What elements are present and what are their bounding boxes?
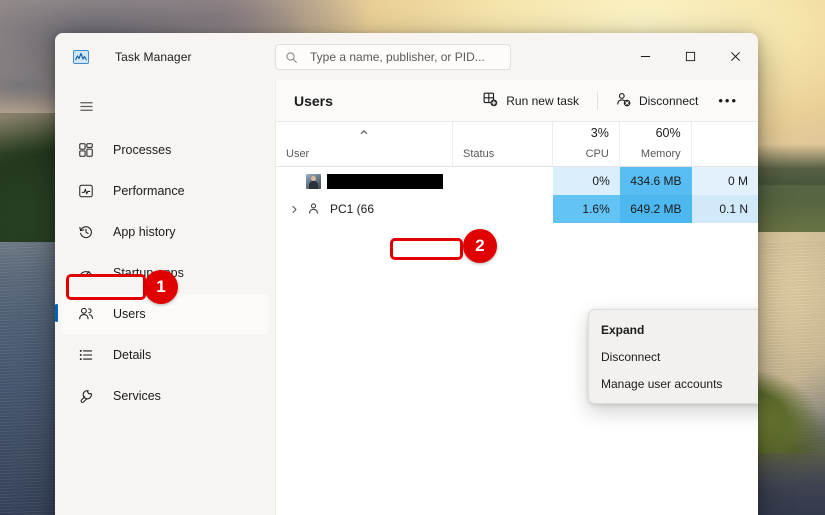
performance-icon [77,182,95,200]
sidebar-item-performance[interactable]: Performance [61,171,269,211]
disconnect-user-icon [616,92,631,110]
column-header-user[interactable]: ⌃ User [276,122,454,166]
users-icon [77,305,95,323]
column-header-memory[interactable]: 60% Memory [620,122,692,166]
more-options-icon[interactable]: ••• [708,87,748,114]
cpu-total-percent: 3% [590,126,609,140]
table-row[interactable]: PC1 (66 1.6% 649.2 MB 0.1 N [276,195,758,223]
annotation-badge-1: 1 [144,270,178,304]
disconnect-button[interactable]: Disconnect [606,87,708,115]
command-bar: Users Run new task Disconnect ••• [276,80,758,121]
cell-memory: 649.2 MB [619,195,692,223]
cell-user [276,167,453,195]
startup-apps-icon [77,264,95,282]
sidebar-item-app-history[interactable]: App history [61,212,269,252]
cell-status [453,195,553,223]
table-header-row: ⌃ User Status 3% CPU 60% Memory [276,121,758,167]
sidebar-item-label: Performance [113,184,185,198]
details-icon [77,346,95,364]
maximize-button[interactable] [668,33,713,80]
cell-user: PC1 (66 [276,195,453,223]
column-header-label: User [286,148,310,160]
sidebar-item-label: Processes [113,143,172,157]
redacted-username [327,173,443,189]
sidebar-item-details[interactable]: Details [61,335,269,375]
context-menu-item-expand[interactable]: Expand [593,316,758,343]
annotation-badge-2: 2 [463,229,497,263]
context-menu: Expand Disconnect Manage user accounts [588,309,758,404]
context-menu-item-label: Expand [601,322,645,337]
app-title: Task Manager [115,49,192,64]
sidebar-item-services[interactable]: Services [61,376,269,416]
processes-icon [77,141,95,159]
users-table: ⌃ User Status 3% CPU 60% Memory 0% 434.6… [276,121,758,515]
page-title: Users [294,92,333,109]
context-menu-item-disconnect[interactable]: Disconnect [593,343,758,370]
column-header-label: CPU [585,148,609,160]
cell-cpu: 1.6% [553,195,620,223]
sidebar-item-label: App history [113,225,176,239]
minimize-button[interactable] [623,33,668,80]
context-menu-item-manage-user-accounts[interactable]: Manage user accounts [593,370,758,397]
sidebar-item-label: Users [113,307,146,321]
column-header-label: Memory [640,148,681,160]
close-button[interactable] [713,33,758,80]
titlebar: Task Manager Type a name, publisher, or … [55,33,758,80]
column-header-disk[interactable] [692,122,758,166]
cell-disk: 0.1 N [691,195,758,223]
sidebar-item-label: Services [113,389,161,403]
run-new-task-button[interactable]: Run new task [473,87,589,115]
context-menu-item-label: Disconnect [601,349,661,364]
content-pane: Users Run new task Disconnect ••• ⌃ User… [275,80,758,515]
task-manager-icon [73,49,89,65]
chevron-right-icon[interactable] [284,205,304,214]
cell-cpu: 0% [553,167,620,195]
sidebar-item-processes[interactable]: Processes [61,130,269,170]
column-header-status[interactable]: Status [453,122,554,166]
column-header-cpu[interactable]: 3% CPU [553,122,620,166]
cell-disk: 0 M [691,167,758,195]
search-icon [285,51,298,64]
search-input-placeholder[interactable]: Type a name, publisher, or PID... [310,50,485,64]
services-icon [77,387,95,405]
user-name: PC1 (66 [330,202,375,216]
person-icon [307,202,321,216]
sort-ascending-icon: ⌃ [357,129,371,146]
context-menu-item-label: Manage user accounts [601,376,723,391]
app-history-icon [77,223,95,241]
command-bar-actions: Run new task Disconnect ••• [473,80,758,121]
search-box[interactable]: Type a name, publisher, or PID... [275,44,511,70]
memory-total-percent: 60% [655,126,681,140]
window-caption-buttons [623,33,758,80]
sidebar-item-label: Details [113,348,152,362]
hamburger-icon[interactable] [63,84,109,128]
disconnect-label: Disconnect [638,93,699,108]
cell-status [453,167,553,195]
run-new-task-icon [483,92,498,110]
run-new-task-label: Run new task [506,93,579,108]
avatar [306,173,321,189]
command-bar-divider [596,91,598,110]
table-row[interactable]: 0% 434.6 MB 0 M [276,167,758,195]
cell-memory: 434.6 MB [619,167,692,195]
column-header-label: Status [463,148,495,160]
